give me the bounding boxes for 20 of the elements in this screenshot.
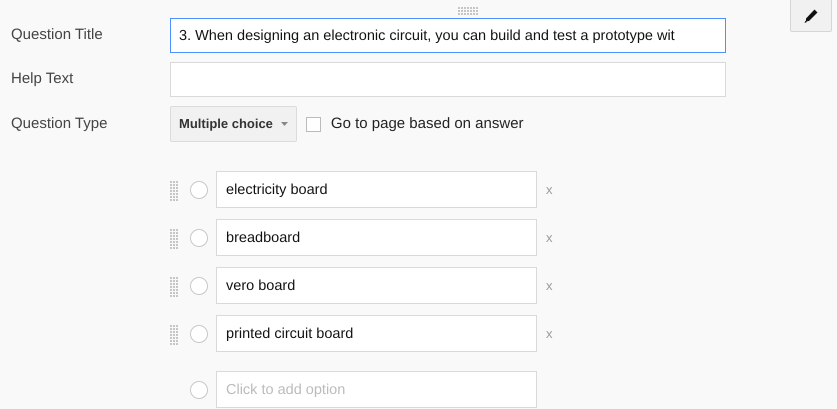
option-field[interactable]: vero board — [216, 267, 537, 304]
option-field[interactable]: electricity board — [216, 171, 537, 208]
drag-handle-icon[interactable] — [170, 276, 178, 296]
question-type-dropdown[interactable]: Multiple choice — [170, 106, 297, 142]
add-option-field[interactable]: Click to add option — [216, 371, 537, 408]
pencil-icon — [803, 8, 819, 24]
option-field[interactable]: breadboard — [216, 219, 537, 256]
drag-handle-icon[interactable] — [170, 228, 178, 248]
caret-icon — [280, 122, 288, 126]
help-text-field[interactable] — [170, 62, 726, 97]
drag-handle-icon[interactable] — [170, 324, 178, 344]
option-field[interactable]: printed circuit board — [216, 315, 537, 352]
field-label: Question Title — [11, 25, 104, 46]
field-label: Help Text — [11, 69, 74, 90]
edit-button[interactable] — [790, 0, 832, 32]
checkbox-label: Go to page based on answer — [330, 114, 524, 134]
drag-handle-icon[interactable] — [170, 180, 178, 200]
checkbox[interactable] — [306, 116, 321, 132]
title-field[interactable]: 3. When designing an electronic circuit, you can build and test a prototype wit — [170, 18, 726, 53]
field-label: Question Type — [11, 114, 108, 134]
